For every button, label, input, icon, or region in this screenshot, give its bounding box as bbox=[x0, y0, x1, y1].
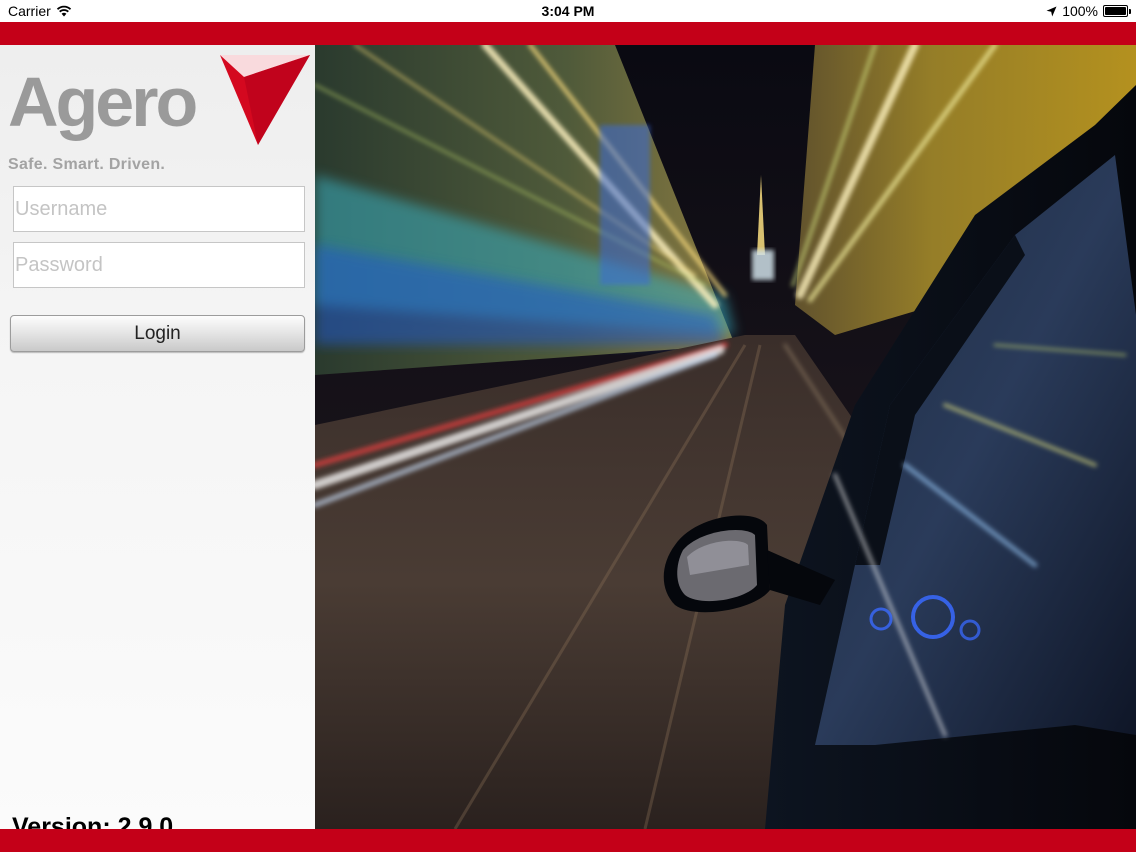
status-time: 3:04 PM bbox=[541, 3, 595, 19]
night-street-car-illustration bbox=[315, 45, 1136, 829]
battery-icon bbox=[1103, 5, 1131, 17]
login-panel: Agero Safe. Smart. Driven. Login Version… bbox=[0, 45, 315, 841]
agero-triangle-logo-icon bbox=[220, 55, 310, 145]
status-bar: Carrier 3:04 PM 100% bbox=[0, 0, 1136, 22]
password-field[interactable] bbox=[13, 242, 305, 288]
location-arrow-icon bbox=[1046, 6, 1057, 16]
login-button[interactable]: Login bbox=[10, 315, 305, 352]
battery-percent: 100% bbox=[1062, 3, 1098, 19]
agero-logo: Agero bbox=[8, 63, 198, 141]
top-red-band bbox=[0, 22, 1136, 45]
status-right: 100% bbox=[1046, 3, 1131, 19]
hero-image bbox=[315, 45, 1136, 829]
bottom-red-band bbox=[0, 829, 1136, 852]
username-field[interactable] bbox=[13, 186, 305, 232]
tagline: Safe. Smart. Driven. bbox=[8, 156, 166, 173]
